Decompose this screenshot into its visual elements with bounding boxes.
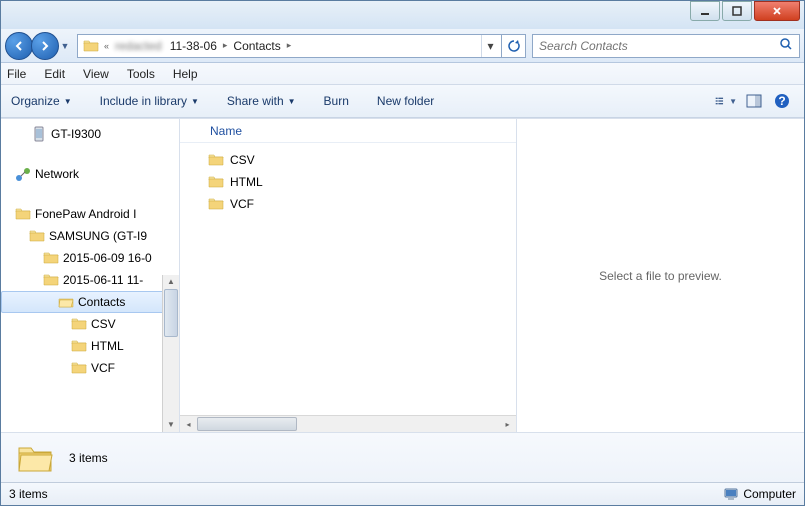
- tree-item-label: Network: [35, 167, 79, 181]
- burn-button[interactable]: Burn: [324, 94, 349, 108]
- folder-icon: [29, 228, 45, 244]
- tree-item-label: CSV: [91, 317, 116, 331]
- tree-item-html[interactable]: HTML: [1, 335, 179, 357]
- tree-item-label: FonePaw Android I: [35, 207, 136, 221]
- tree-item-label: 2015-06-09 16-0: [63, 251, 152, 265]
- breadcrumb-segment-2[interactable]: Contacts: [229, 39, 284, 53]
- folder-icon: [208, 152, 224, 168]
- scroll-left-icon[interactable]: ◂: [180, 420, 197, 429]
- minimize-button[interactable]: [690, 1, 720, 21]
- scroll-up-icon[interactable]: ▲: [163, 275, 179, 289]
- preview-pane: Select a file to preview.: [517, 119, 804, 432]
- share-with-button[interactable]: Share with▼: [227, 94, 296, 108]
- list-item[interactable]: CSV: [190, 149, 506, 171]
- scroll-down-icon[interactable]: ▼: [163, 418, 179, 432]
- maximize-button[interactable]: [722, 1, 752, 21]
- details-pane: 3 items: [1, 432, 804, 482]
- folder-icon: [15, 206, 31, 222]
- tree-item-label: 2015-06-11 11-: [63, 273, 143, 287]
- phone-icon: [31, 126, 47, 142]
- list-item-label: CSV: [230, 153, 255, 167]
- breadcrumb-chevron-icon[interactable]: «: [102, 41, 111, 51]
- search-box[interactable]: [532, 34, 800, 58]
- organize-button[interactable]: Organize▼: [11, 94, 72, 108]
- nav-history-dropdown[interactable]: ▼: [59, 41, 71, 51]
- folder-icon: [43, 272, 59, 288]
- refresh-button[interactable]: [502, 34, 526, 58]
- breadcrumb-segment-1[interactable]: 11-38-06: [166, 39, 221, 53]
- tree-item-contacts[interactable]: Contacts: [1, 291, 179, 313]
- folder-icon: [43, 250, 59, 266]
- scroll-thumb[interactable]: [197, 417, 297, 431]
- menu-file[interactable]: File: [7, 67, 26, 81]
- folder-large-icon: [15, 438, 55, 478]
- status-bar: 3 items Computer: [1, 482, 804, 505]
- status-computer-label: Computer: [743, 487, 796, 501]
- column-header-name[interactable]: Name: [180, 119, 516, 143]
- breadcrumb-hidden[interactable]: redacted: [111, 39, 166, 53]
- new-folder-button[interactable]: New folder: [377, 94, 434, 108]
- preview-pane-button[interactable]: [742, 90, 766, 112]
- file-list: CSV HTML VCF: [180, 143, 516, 415]
- list-item[interactable]: HTML: [190, 171, 506, 193]
- scroll-thumb[interactable]: [164, 289, 178, 337]
- tree-item-label: HTML: [91, 339, 124, 353]
- tree-item-samsung[interactable]: SAMSUNG (GT-I9: [1, 225, 179, 247]
- navigation-bar: ▼ « redacted 11-38-06 ▸ Contacts ▸ ▾: [1, 29, 804, 63]
- tree-item-label: GT-I9300: [51, 127, 101, 141]
- menu-bar: File Edit View Tools Help: [1, 63, 804, 85]
- horizontal-scrollbar[interactable]: ◂ ▸: [180, 415, 516, 432]
- network-icon: [15, 166, 31, 182]
- window-titlebar: [1, 1, 804, 29]
- forward-button[interactable]: [31, 32, 59, 60]
- tree-item-label: Contacts: [78, 295, 125, 309]
- status-computer[interactable]: Computer: [723, 486, 796, 502]
- tree-item-label: SAMSUNG (GT-I9: [49, 229, 147, 243]
- folder-icon: [71, 360, 87, 376]
- folder-open-icon: [58, 294, 74, 310]
- folder-icon: [208, 174, 224, 190]
- tree-item-csv[interactable]: CSV: [1, 313, 179, 335]
- search-icon[interactable]: [779, 37, 793, 54]
- tree-item-date2[interactable]: 2015-06-11 11-: [1, 269, 179, 291]
- file-list-pane: Name CSV HTML VCF ◂ ▸: [179, 119, 517, 432]
- computer-icon: [723, 486, 739, 502]
- navigation-pane: GT-I9300 Network FonePaw Android I SAMSU…: [1, 119, 179, 432]
- folder-icon: [71, 316, 87, 332]
- tree-item-network[interactable]: Network: [1, 163, 179, 185]
- view-options-button[interactable]: ▼: [714, 90, 738, 112]
- address-dropdown[interactable]: ▾: [481, 35, 499, 57]
- tree-item-device[interactable]: GT-I9300: [1, 123, 179, 145]
- list-item-label: VCF: [230, 197, 254, 211]
- folder-icon: [208, 196, 224, 212]
- scroll-right-icon[interactable]: ▸: [499, 420, 516, 429]
- svg-text:?: ?: [778, 94, 785, 108]
- menu-edit[interactable]: Edit: [44, 67, 65, 81]
- include-in-library-button[interactable]: Include in library▼: [100, 94, 199, 108]
- nav-scrollbar[interactable]: ▲ ▼: [162, 275, 179, 432]
- tree-item-fonepaw[interactable]: FonePaw Android I: [1, 203, 179, 225]
- folder-icon: [71, 338, 87, 354]
- breadcrumb-separator-icon[interactable]: ▸: [285, 40, 294, 51]
- preview-placeholder: Select a file to preview.: [599, 269, 722, 283]
- menu-help[interactable]: Help: [173, 67, 198, 81]
- details-item-count: 3 items: [69, 451, 108, 465]
- close-button[interactable]: [754, 1, 800, 21]
- back-button[interactable]: [5, 32, 33, 60]
- tree-item-label: VCF: [91, 361, 115, 375]
- status-item-count: 3 items: [9, 487, 48, 501]
- command-bar: Organize▼ Include in library▼ Share with…: [1, 85, 804, 118]
- menu-tools[interactable]: Tools: [127, 67, 155, 81]
- help-button[interactable]: ?: [770, 90, 794, 112]
- tree-item-date1[interactable]: 2015-06-09 16-0: [1, 247, 179, 269]
- content-area: GT-I9300 Network FonePaw Android I SAMSU…: [1, 118, 804, 432]
- breadcrumb-separator-icon[interactable]: ▸: [221, 40, 230, 51]
- folder-icon: [83, 38, 99, 54]
- tree-item-vcf[interactable]: VCF: [1, 357, 179, 379]
- list-item[interactable]: VCF: [190, 193, 506, 215]
- address-bar[interactable]: « redacted 11-38-06 ▸ Contacts ▸ ▾: [77, 34, 502, 58]
- menu-view[interactable]: View: [83, 67, 109, 81]
- list-item-label: HTML: [230, 175, 263, 189]
- search-input[interactable]: [539, 39, 779, 53]
